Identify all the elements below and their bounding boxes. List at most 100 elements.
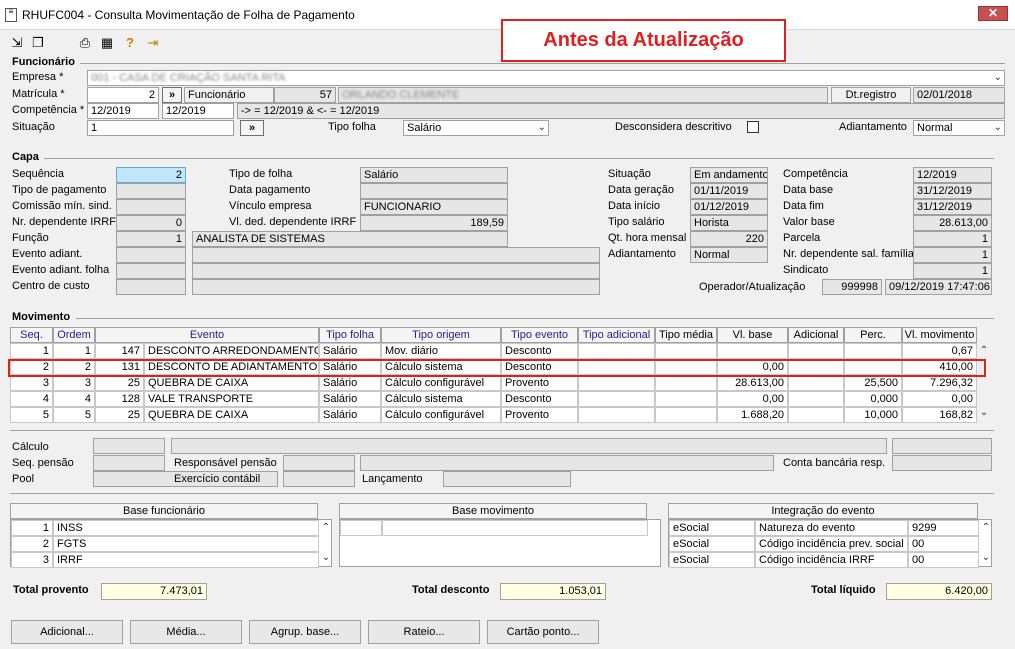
perc-cell[interactable]: 10,000 [844,407,902,423]
ordem-cell[interactable]: 3 [53,375,95,391]
tipo-origem-cell[interactable]: Cálculo configurável [381,375,501,391]
list-item[interactable]: IRRF [53,552,319,568]
integracao-origem[interactable]: eSocial [669,552,755,568]
table-row[interactable]: 3 3 25 QUEBRA DE CAIXA Salário Cálculo config… [10,375,977,391]
tipo-evento-cell[interactable]: Desconto [501,343,578,359]
seq-cell[interactable]: 5 [10,407,53,423]
competencia-from-input[interactable]: 12/2019 [87,103,159,119]
tipo-folha-cell[interactable]: Salário [319,375,381,391]
scroll-up-icon[interactable]: ⌃ [979,522,993,533]
ordem-cell[interactable]: 4 [53,391,95,407]
evento-cell[interactable]: QUEBRA DE CAIXA [144,375,319,391]
evento-cell[interactable]: QUEBRA DE CAIXA [144,407,319,423]
col-vl-movimento[interactable]: Vl. movimento [902,327,977,343]
list-item-number[interactable]: 3 [11,552,53,568]
ordem-cell[interactable]: 5 [53,407,95,423]
tipo-folha-cell[interactable]: Salário [319,407,381,423]
ordem-cell[interactable]: 1 [53,343,95,359]
evento-code-cell[interactable]: 25 [95,407,144,423]
matricula-input[interactable]: 2 [87,87,159,103]
vl-movimento-cell[interactable]: 0,67 [902,343,977,359]
col-seq[interactable]: Seq. [10,327,53,343]
tipo-adicional-cell[interactable] [578,375,655,391]
tipo-media-cell[interactable] [655,343,717,359]
adicional-cell[interactable] [788,375,844,391]
seq-cell[interactable]: 4 [10,391,53,407]
table-row[interactable]: 11147DESCONTO ARREDONDAMENTO SALÁRIOSalá… [10,343,977,359]
adicional-button[interactable]: Adicional... [11,620,123,644]
integracao-campo[interactable]: Natureza do evento [755,520,908,536]
integracao-origem[interactable]: eSocial [669,536,755,552]
scroll-up-icon[interactable]: ⌃ [319,522,333,533]
perc-cell[interactable] [844,343,902,359]
adicional-cell[interactable] [788,391,844,407]
vl-base-cell[interactable] [717,343,788,359]
vl-base-cell[interactable]: 0,00 [717,391,788,407]
situacao-search-button[interactable]: » [240,120,264,136]
list-item-number[interactable]: 1 [11,520,53,536]
desconsidera-checkbox[interactable] [747,121,759,133]
table-row[interactable]: 4 4 128 VALE TRANSPORTE Salário Cálculo siste… [10,391,977,407]
situacao-input[interactable]: 1 [87,120,234,136]
tipo-media-cell[interactable] [655,375,717,391]
evento-cell[interactable]: DESCONTO ARREDONDAMENTO SALÁRIO [144,343,319,359]
col-ordem[interactable]: Ordem [53,327,95,343]
adiantamento-combo[interactable]: Normal ⌄ [913,120,1005,136]
evento-code-cell[interactable]: 147 [95,343,144,359]
scroll-up-icon[interactable]: ⌃ [977,345,991,356]
windows-icon[interactable]: ❐ [30,35,46,51]
tipo-folha-cell[interactable]: Salário [319,343,381,359]
integracao-valor[interactable]: 00 [908,552,979,568]
integracao-origem[interactable]: eSocial [669,520,755,536]
tipo-folha-cell[interactable]: Salário [319,391,381,407]
tipo-evento-cell[interactable]: Provento [501,407,578,423]
empresa-combo[interactable]: 001 - CASA DE CRIAÇÃO SANTA RITA ⌄ [87,70,1005,86]
vl-base-cell[interactable]: 1.688,20 [717,407,788,423]
col-perc[interactable]: Perc. [844,327,902,343]
col-tipo-adicional[interactable]: Tipo adicional [578,327,655,343]
close-button[interactable]: ✕ [978,6,1008,21]
evento-cell[interactable]: VALE TRANSPORTE [144,391,319,407]
tipofolha-combo[interactable]: Salário ⌄ [403,120,549,136]
tipo-evento-cell[interactable]: Provento [501,375,578,391]
scroll-down-icon[interactable]: ⌄ [977,407,991,418]
rateio-button[interactable]: Rateio... [368,620,480,644]
help-icon[interactable]: ? [122,35,138,51]
col-tipo-evento[interactable]: Tipo evento [501,327,578,343]
vl-base-cell[interactable]: 28.613,00 [717,375,788,391]
seq-cell[interactable]: 3 [10,375,53,391]
col-vl-base[interactable]: Vl. base [717,327,788,343]
tipo-origem-cell[interactable]: Cálculo configurável [381,407,501,423]
media-button[interactable]: Média... [130,620,242,644]
exit-icon[interactable]: ⇥ [145,35,161,51]
tipo-adicional-cell[interactable] [578,343,655,359]
integracao-valor[interactable]: 00 [908,536,979,552]
competencia-to-input[interactable]: 12/2019 [162,103,234,119]
col-tipo-folha[interactable]: Tipo folha [319,327,381,343]
tipo-adicional-cell[interactable] [578,407,655,423]
integracao-campo[interactable]: Código incidência IRRF [755,552,908,568]
vl-movimento-cell[interactable]: 0,00 [902,391,977,407]
matricula-search-button[interactable]: » [162,87,182,103]
list-item-number[interactable]: 2 [11,536,53,552]
col-tipo-origem[interactable]: Tipo origem [381,327,501,343]
tipo-media-cell[interactable] [655,407,717,423]
list-item[interactable] [340,520,382,536]
integracao-valor[interactable]: 9299 [908,520,979,536]
scroll-down-icon[interactable]: ⌄ [319,552,333,563]
col-adicional[interactable]: Adicional [788,327,844,343]
arrow-enter-icon[interactable]: ⇲ [9,35,25,51]
integracao-campo[interactable]: Código incidência prev. social [755,536,908,552]
tipo-origem-cell[interactable]: Mov. diário [381,343,501,359]
col-tipo-media[interactable]: Tipo média [655,327,717,343]
table-row[interactable]: 5 5 25 QUEBRA DE CAIXA Salário Cálculo config… [10,407,977,423]
grid-icon[interactable]: ▦ [99,35,115,51]
scroll-down-icon[interactable]: ⌄ [979,552,993,563]
tipo-evento-cell[interactable]: Desconto [501,391,578,407]
vl-movimento-cell[interactable]: 168,82 [902,407,977,423]
vl-movimento-cell[interactable]: 7.296,32 [902,375,977,391]
sequencia-input[interactable]: 2 [116,167,186,183]
seq-cell[interactable]: 1 [10,343,53,359]
list-item[interactable]: INSS [53,520,319,536]
tipo-adicional-cell[interactable] [578,391,655,407]
